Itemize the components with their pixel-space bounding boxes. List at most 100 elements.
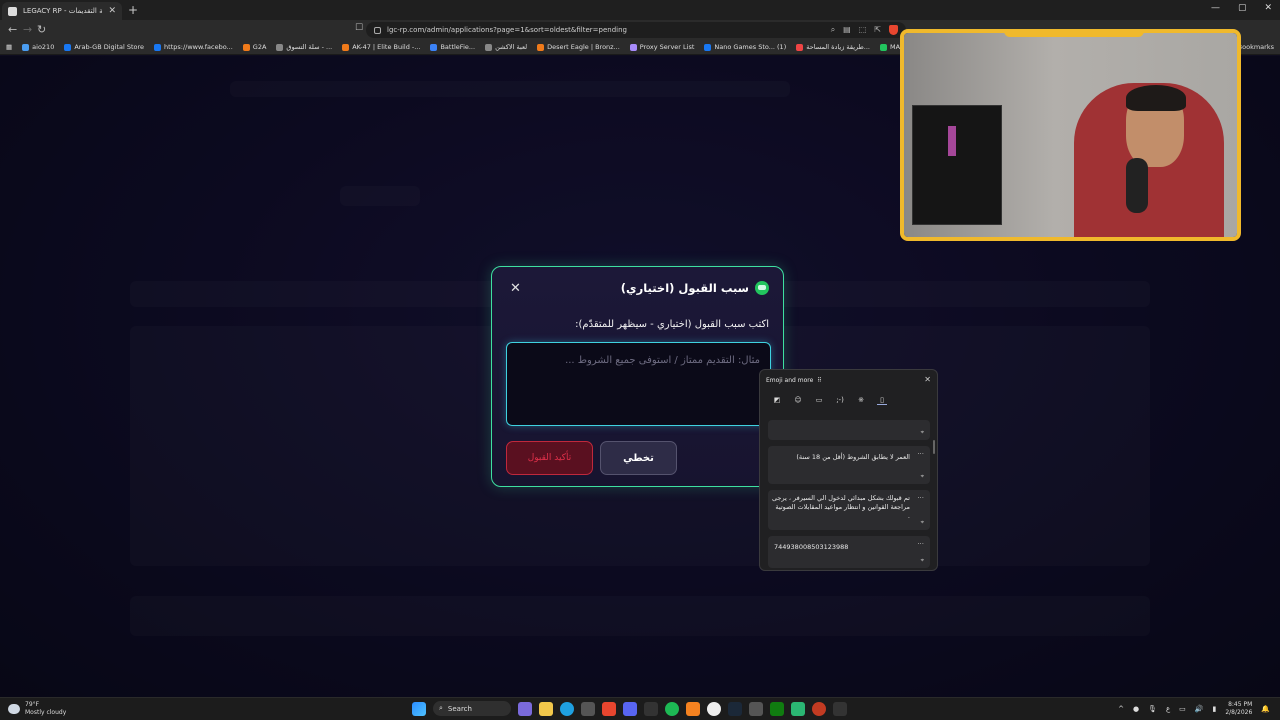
clipboard-item[interactable]: 744938008503123988 ··· ⌖	[768, 536, 930, 568]
bookmark-item[interactable]: Arab-GB Digital Store	[64, 43, 144, 51]
steam-icon[interactable]	[728, 701, 742, 716]
tab-title: LEGACY RP - قائمة التقديمات	[23, 7, 103, 15]
chrome-icon[interactable]	[812, 701, 826, 716]
share-icon[interactable]: ⇱	[874, 25, 881, 35]
kaomoji-icon[interactable]: ;-)	[835, 395, 845, 405]
close-icon[interactable]: ✕	[924, 375, 931, 384]
bookmark-item[interactable]: Proxy Server List	[629, 43, 695, 51]
accept-reason-modal: ✕ سبب القبول (اختياري) اكتب سبب القبول (…	[491, 266, 784, 487]
pin-icon[interactable]: ⌖	[921, 557, 924, 565]
weather-desc: Mostly cloudy	[25, 709, 67, 716]
clipboard-item-text: العمر لا يطابق الشروط (أقل من 18 سنة)	[796, 453, 910, 461]
terminal-icon[interactable]	[833, 701, 847, 716]
volume-icon[interactable]: 🔊	[1195, 705, 1204, 713]
browser-tab[interactable]: LEGACY RP - قائمة التقديمات ✕	[2, 2, 122, 20]
network-icon[interactable]: ▭	[1179, 705, 1186, 713]
vpn-icon[interactable]	[791, 701, 805, 716]
edge-icon[interactable]	[560, 701, 574, 716]
pin-icon[interactable]: ⌖	[921, 429, 924, 437]
bookmark-item[interactable]: سلة التسوق - ...	[276, 43, 332, 51]
weather-widget[interactable]: 79°F Mostly cloudy	[8, 701, 66, 717]
pin-icon[interactable]: ⌖	[921, 473, 924, 481]
file-explorer-icon[interactable]	[539, 701, 553, 716]
obs-icon[interactable]	[707, 701, 721, 716]
new-tab-button[interactable]: +	[128, 3, 138, 17]
media-icon[interactable]	[644, 701, 658, 716]
clipboard-item[interactable]: تم قبولك بشكل مبدائي لدخول الي السيرفر ،…	[768, 490, 930, 530]
clock-time: 8:45 PM	[1228, 701, 1253, 708]
bookmark-label: Arab-GB Digital Store	[74, 43, 145, 51]
bookmark-star-icon[interactable]: ☐	[355, 23, 363, 33]
battery-icon[interactable]: ▮	[1212, 705, 1216, 713]
clock[interactable]: 8:45 PM 2/8/2026	[1225, 701, 1252, 717]
site-info-icon[interactable]	[374, 26, 381, 34]
gif-icon[interactable]: ▭	[814, 395, 824, 405]
more-options-icon[interactable]: ···	[917, 450, 924, 458]
bookmark-item[interactable]: لعبة الاكشن	[485, 43, 527, 51]
clipboard-tabs: ◩ ☺ ▭ ;-) ※ ▯	[772, 395, 887, 405]
maximize-icon[interactable]: ▢	[1238, 3, 1247, 13]
browser-tab-strip: LEGACY RP - قائمة التقديمات ✕ + — ▢ ✕	[0, 0, 1280, 20]
confirm-accept-button[interactable]: تأكيد القبول	[506, 441, 593, 475]
bookmark-item[interactable]: BattleFie...	[430, 43, 475, 51]
forward-icon[interactable]: →	[23, 23, 32, 36]
spotify-icon[interactable]	[665, 701, 679, 716]
url-text[interactable]: lgc-rp.com/admin/applications?page=1&sor…	[387, 26, 627, 34]
minimize-icon[interactable]: —	[1211, 3, 1220, 13]
emoji-icon[interactable]: ☺	[793, 395, 803, 405]
bookmark-label: لعبة الاكشن	[495, 43, 528, 51]
bookmark-item[interactable]: https://www.facebo...	[154, 43, 233, 51]
pin-icon[interactable]: ⌖	[921, 519, 924, 527]
more-options-icon[interactable]: ···	[917, 494, 924, 502]
app-icon[interactable]	[749, 701, 763, 716]
drag-handle-icon[interactable]: ⠿	[817, 377, 821, 384]
bookmark-item[interactable]: AK-47 | Elite Build -...	[342, 43, 420, 51]
notifications-icon[interactable]: 🔔	[1261, 705, 1270, 713]
bookmark-item[interactable]: Nano Games Sto... (1)	[704, 43, 786, 51]
bookmark-favicon-icon	[879, 43, 887, 51]
reason-textarea[interactable]	[506, 342, 771, 426]
reader-icon[interactable]: ▤	[843, 25, 851, 35]
address-bar-actions: ⌕ ▤ ⬚ ⇱	[831, 25, 898, 35]
bookmark-item[interactable]: Desert Eagle | Bronz...	[537, 43, 620, 51]
install-icon[interactable]: ⬚	[859, 25, 867, 35]
bookmark-favicon-icon	[22, 43, 30, 51]
clipboard-icon[interactable]: ▯	[877, 395, 887, 405]
reload-icon[interactable]: ↻	[37, 23, 46, 36]
more-options-icon[interactable]: ···	[917, 540, 924, 548]
language-indicator[interactable]: ع	[1166, 705, 1170, 713]
copilot-icon[interactable]	[518, 701, 532, 716]
weather-text: 79°F Mostly cloudy	[25, 701, 66, 717]
tray-app-icon[interactable]: ●	[1133, 705, 1139, 713]
store-icon[interactable]	[581, 701, 595, 716]
bookmark-item[interactable]: طريقة زيادة المساحة...	[796, 43, 870, 51]
symbols-icon[interactable]: ※	[856, 395, 866, 405]
discord-icon[interactable]	[623, 701, 637, 716]
bookmark-label: Proxy Server List	[639, 43, 695, 51]
clipboard-item[interactable]: العمر لا يطابق الشروط (أقل من 18 سنة) ··…	[768, 446, 930, 484]
sticker-icon[interactable]: ◩	[772, 395, 782, 405]
chevron-up-icon[interactable]: ^	[1118, 705, 1124, 713]
taskbar-apps: ⌕ Search	[412, 701, 847, 716]
back-icon[interactable]: ←	[8, 23, 17, 36]
microphone-tray-icon[interactable]: 🎙	[1148, 705, 1157, 713]
close-tab-icon[interactable]: ✕	[108, 6, 116, 16]
brave-icon[interactable]	[602, 701, 616, 716]
skip-button[interactable]: تخطي	[600, 441, 677, 475]
xbox-icon[interactable]	[770, 701, 784, 716]
taskbar-search[interactable]: ⌕ Search	[433, 701, 511, 716]
close-icon[interactable]: ✕	[510, 280, 521, 296]
brave-shield-icon[interactable]	[889, 25, 898, 35]
address-bar[interactable]: lgc-rp.com/admin/applications?page=1&sor…	[366, 22, 906, 38]
bookmark-favicon-icon	[704, 43, 712, 51]
window-close-icon[interactable]: ✕	[1264, 3, 1272, 13]
bookmark-label: Desert Eagle | Bronz...	[547, 43, 620, 51]
clipboard-item[interactable]: ⌖	[768, 420, 930, 440]
bookmark-item[interactable]: G2A	[242, 43, 266, 51]
clipboard-scrollbar[interactable]	[933, 440, 935, 454]
apps-grid-icon[interactable]: ▦	[6, 43, 12, 51]
bookmark-item[interactable]: aio210	[22, 43, 54, 51]
zoom-icon[interactable]: ⌕	[831, 25, 835, 35]
windows-start-icon[interactable]	[412, 701, 426, 716]
cloud-app-icon[interactable]	[686, 701, 700, 716]
